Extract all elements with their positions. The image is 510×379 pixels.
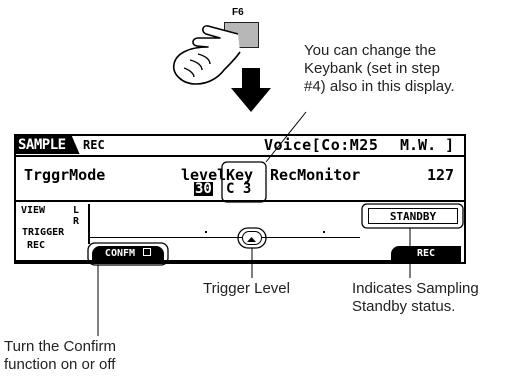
keybank-callout-line-3: #4) also in this display.	[304, 78, 455, 95]
level-value[interactable]: 30	[194, 182, 213, 196]
keybank-callout-line-2: Keybank (set in step	[304, 60, 440, 77]
standby-indicator: STANDBY	[368, 208, 458, 224]
voice-display: Voice[Co:M25	[264, 136, 379, 154]
channel-r-label: R	[73, 216, 80, 227]
rec-monitor-value[interactable]: 127	[427, 166, 454, 184]
footer-divider	[16, 260, 456, 262]
trigger-label: TRIGGER	[22, 227, 65, 238]
voice-suffix: M.W. ]	[400, 136, 455, 154]
trigger-mode-label[interactable]: TrggrMode	[24, 166, 105, 184]
tab-sample[interactable]: SAMPLE	[15, 136, 80, 154]
standby-callout-line-2: Standby status.	[352, 298, 456, 315]
confirm-box-icon	[143, 248, 152, 256]
standby-callout-line-1: Indicates Sampling	[352, 280, 479, 297]
confirm-callout-line-2: function on or off	[4, 356, 116, 373]
confirm-callout-line-1: Turn the Confirm	[4, 338, 116, 355]
keybank-callout: You can change the Keybank (set in step …	[304, 42, 504, 96]
meter-tick	[323, 231, 325, 233]
standby-callout: Indicates Sampling Standby status.	[352, 280, 479, 316]
rec-monitor-label: RecMonitor	[270, 166, 361, 184]
triangle-up-icon	[247, 237, 256, 242]
arrow-down-icon	[231, 68, 271, 112]
rec-bottom-label: REC	[27, 240, 46, 251]
confirm-label: CONFM	[104, 248, 136, 259]
params-divider	[14, 200, 466, 202]
lcd-display	[14, 134, 466, 264]
header-divider	[14, 155, 466, 157]
key-value[interactable]: C 3	[226, 182, 251, 196]
tab-rec[interactable]: REC	[83, 138, 105, 152]
level-meter	[90, 237, 360, 239]
channel-l-label: L	[73, 205, 80, 216]
keybank-callout-line-1: You can change the	[304, 42, 437, 59]
meter-tick	[205, 231, 207, 233]
confirm-callout: Turn the Confirm function on or off	[4, 338, 116, 374]
trigger-level-callout: Trigger Level	[203, 280, 290, 297]
view-label: VIEW	[21, 205, 46, 216]
trigger-level-marker[interactable]	[242, 231, 262, 245]
